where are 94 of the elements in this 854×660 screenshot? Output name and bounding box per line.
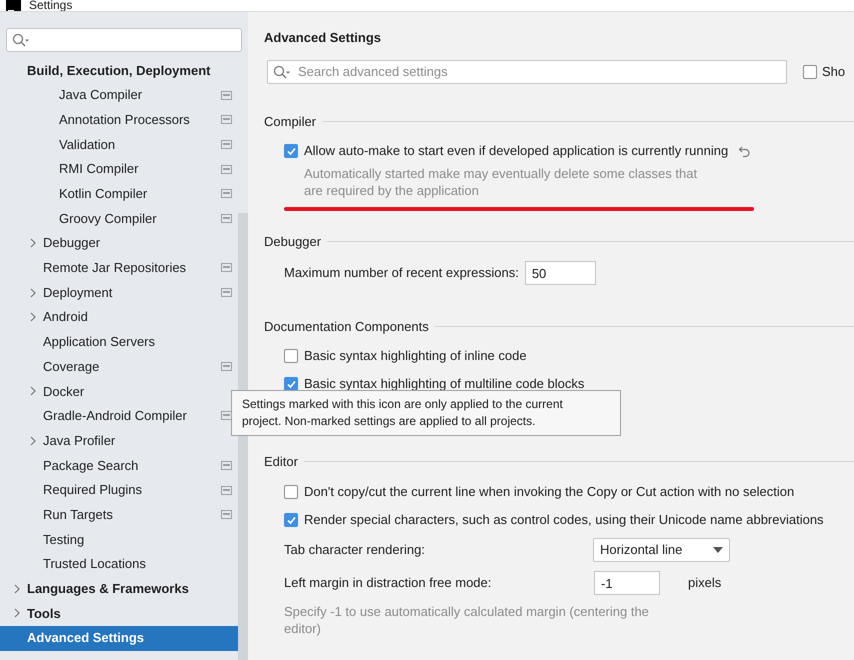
description-text: Automatically started make may eventually delete some classes that xyxy=(304,165,698,182)
chevron-right-icon[interactable] xyxy=(30,312,36,322)
item-label: Build, Execution, Deployment xyxy=(27,62,210,80)
item-label: Package Search xyxy=(43,456,138,475)
chevron-right-icon[interactable] xyxy=(30,288,36,298)
tree-item[interactable]: Gradle-Android Compiler xyxy=(0,404,238,428)
checkbox-label: Basic syntax highlighting of multiline code blocks xyxy=(304,375,584,394)
tree-item[interactable]: Advanced Settings xyxy=(0,626,238,650)
checkbox[interactable] xyxy=(284,144,298,158)
section-header: Documentation Components xyxy=(264,318,429,336)
item-label: Testing xyxy=(43,530,84,549)
check-icon xyxy=(286,379,296,389)
item-label: Java Profiler xyxy=(43,432,116,450)
checkbox[interactable] xyxy=(284,512,298,526)
item-label: Remote Jar Repositories xyxy=(43,259,186,278)
tree-item[interactable]: Debugger xyxy=(0,230,238,256)
search-icon xyxy=(273,64,291,78)
number-field[interactable]: -1 xyxy=(594,571,660,595)
checkbox-label: Basic syntax highlighting of inline code xyxy=(304,347,527,366)
item-label: Trusted Locations xyxy=(43,555,146,574)
checkbox-label: Render special characters, such as control codes, using their Unicode name abbreviations xyxy=(304,510,824,529)
tree-item[interactable]: Validation xyxy=(0,132,238,157)
section-header: Editor xyxy=(264,453,298,471)
item-label: Groovy Compiler xyxy=(59,210,157,228)
tree-item[interactable]: Trusted Locations xyxy=(0,552,238,576)
search-icon xyxy=(12,33,30,47)
unit-label: pixels xyxy=(688,574,722,592)
item-label: Java Compiler xyxy=(59,86,142,104)
undo-icon[interactable] xyxy=(738,144,752,158)
tree-item[interactable]: Android xyxy=(0,304,238,330)
item-label: Docker xyxy=(43,382,84,401)
item-label: Android xyxy=(43,308,88,326)
description-text: editor) xyxy=(284,620,321,636)
item-label: Run Targets xyxy=(43,506,113,524)
tree-item[interactable]: Java Profiler xyxy=(0,428,238,453)
item-label: Annotation Processors xyxy=(59,110,190,129)
checkbox[interactable] xyxy=(284,377,298,391)
tree-item[interactable]: Build, Execution, Deployment xyxy=(0,58,238,83)
search-field[interactable]: Search advanced settings xyxy=(267,60,787,84)
tree-item[interactable]: Annotation Processors xyxy=(0,107,238,132)
chevron-right-icon[interactable] xyxy=(30,238,36,248)
item-label: Coverage xyxy=(43,358,100,376)
tree-item[interactable]: Coverage xyxy=(0,354,238,379)
chevron-right-icon[interactable] xyxy=(14,584,20,594)
number-field[interactable]: 50 xyxy=(524,261,596,285)
checkbox-label: Sho xyxy=(822,62,846,81)
chevron-right-icon[interactable] xyxy=(30,436,36,446)
description-text: are required by the application xyxy=(304,182,479,199)
checkbox[interactable] xyxy=(284,349,298,363)
tree-item[interactable]: Remote Jar Repositories xyxy=(0,256,238,280)
caret-down-icon xyxy=(713,546,723,552)
tooltip-text: project. Non-marked settings are applied to all projects. xyxy=(242,413,536,430)
checkbox[interactable] xyxy=(803,64,817,78)
checkbox-label: Allow auto-make to start even if developed application is currently running xyxy=(304,142,728,160)
field-label: Left margin in distraction free mode: xyxy=(284,574,492,592)
item-label: Application Servers xyxy=(43,333,155,352)
item-label: Deployment xyxy=(43,284,112,302)
field-label: Tab character rendering: xyxy=(284,540,426,559)
item-label: Advanced Settings xyxy=(27,629,144,648)
tree-item[interactable]: Groovy Compiler xyxy=(0,206,238,231)
tree-item[interactable]: Languages & Frameworks xyxy=(0,576,238,602)
tree-item[interactable]: Deployment xyxy=(0,280,238,305)
chevron-right-icon[interactable] xyxy=(30,386,36,396)
check-icon xyxy=(286,514,296,524)
tree-item[interactable]: Package Search xyxy=(0,453,238,478)
checkbox[interactable] xyxy=(284,484,298,498)
tree-item[interactable]: Run Targets xyxy=(0,502,238,528)
item-label: RMI Compiler xyxy=(59,160,138,178)
item-label: Gradle-Android Compiler xyxy=(43,407,187,426)
tree-item[interactable]: RMI Compiler xyxy=(0,156,238,182)
item-label: Debugger xyxy=(43,234,100,252)
tree-item[interactable]: Testing xyxy=(0,527,238,552)
tooltip-text: Settings marked with this icon are only applied to the current xyxy=(242,396,563,413)
tree-item[interactable]: Kotlin Compiler xyxy=(0,181,238,206)
tree-item[interactable]: Tools xyxy=(0,601,238,626)
search-field[interactable] xyxy=(6,28,242,52)
item-label: Kotlin Compiler xyxy=(59,185,148,204)
item-label: Validation xyxy=(59,136,116,154)
field-label: Maximum number of recent expressions: xyxy=(284,264,519,282)
item-label: Required Plugins xyxy=(43,481,142,500)
check-icon xyxy=(286,146,296,156)
item-label: Tools xyxy=(27,604,61,623)
tree-item[interactable]: Docker xyxy=(0,378,238,404)
tree-item[interactable]: Application Servers xyxy=(0,330,238,354)
section-header: Compiler xyxy=(264,112,316,131)
tree-item[interactable]: Required Plugins xyxy=(0,478,238,502)
checkbox-label: Don't copy/cut the current line when invoking the Copy or Cut action with no selection xyxy=(304,482,794,501)
description-text: Specify -1 to use automatically calculated margin (centering the xyxy=(284,602,649,620)
page-title: Advanced Settings xyxy=(264,29,382,47)
chevron-right-icon[interactable] xyxy=(14,608,20,618)
section-header: Debugger xyxy=(264,233,322,251)
dropdown[interactable]: Horizontal line xyxy=(593,538,730,562)
item-label: Languages & Frameworks xyxy=(27,580,189,598)
tree-item[interactable]: Java Compiler xyxy=(0,82,238,108)
